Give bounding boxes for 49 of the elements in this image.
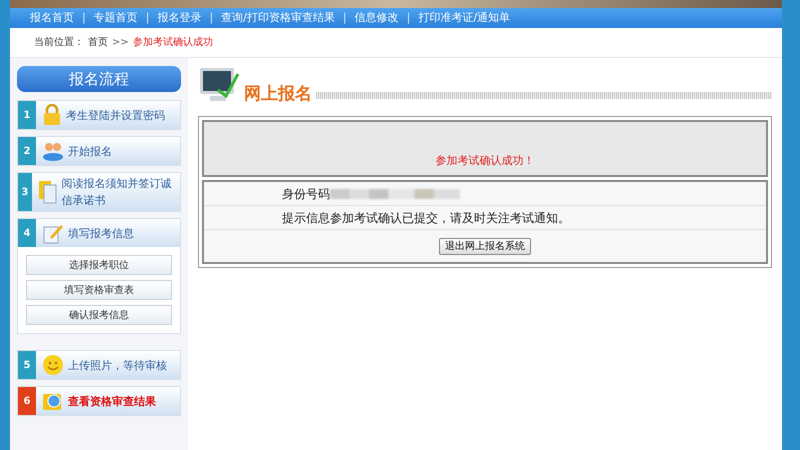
nav-link[interactable]: 打印准考证/通知单 bbox=[418, 10, 510, 26]
documents-icon bbox=[38, 180, 58, 204]
step-number: 2 bbox=[18, 137, 36, 165]
nav-link[interactable]: 查询/打印资格审查结果 bbox=[221, 10, 335, 26]
step-number: 5 bbox=[18, 351, 36, 379]
step-item[interactable]: 3 阅读报名须知并签订诚信承诺书 bbox=[18, 173, 180, 211]
nav-separator: | bbox=[406, 10, 410, 26]
nav-link[interactable]: 报名登录 bbox=[157, 10, 202, 26]
field-value: 参加考试确认已提交，请及时关注考试通知。 bbox=[330, 210, 570, 226]
nav-separator: | bbox=[342, 10, 347, 26]
step-number: 1 bbox=[18, 101, 36, 129]
step-number: 6 bbox=[18, 387, 36, 415]
step-label: 考生登陆并设置密码 bbox=[66, 108, 166, 124]
breadcrumb-current: 参加考试确认成功 bbox=[132, 36, 213, 50]
exit-button[interactable]: 退出网上报名系统 bbox=[439, 238, 531, 254]
padlock-icon bbox=[42, 104, 62, 126]
step-item[interactable]: 5 上传照片，等待审核 bbox=[18, 351, 180, 379]
substep-link[interactable]: 确认报考信息 bbox=[26, 305, 172, 325]
breadcrumb-separator: >> bbox=[112, 36, 129, 50]
breadcrumb-label: 当前位置： bbox=[34, 36, 84, 50]
step-label: 阅读报名须知并签订诚信承诺书 bbox=[62, 176, 173, 209]
smiley-icon bbox=[42, 354, 64, 376]
step-label: 开始报名 bbox=[68, 144, 113, 160]
step-number: 3 bbox=[18, 173, 32, 211]
success-message: 参加考试确认成功！ bbox=[436, 152, 534, 168]
nav-separator: | bbox=[82, 10, 86, 26]
step-label: 上传照片，等待审核 bbox=[68, 358, 168, 374]
substep-link[interactable]: 填写资格审查表 bbox=[26, 280, 172, 300]
substep-link[interactable]: 选择报考职位 bbox=[26, 255, 172, 275]
step-number: 4 bbox=[18, 219, 36, 247]
breadcrumb-link[interactable]: 首页 bbox=[88, 35, 108, 50]
step-label: 填写报考信息 bbox=[68, 226, 135, 242]
step-item[interactable]: 4 填写报考信息 bbox=[18, 219, 180, 247]
nav-link[interactable]: 信息修改 bbox=[354, 10, 399, 26]
nav-separator: | bbox=[209, 10, 214, 26]
nav-link[interactable]: 专题首页 bbox=[94, 10, 138, 26]
step-label: 查看资格审查结果 bbox=[68, 394, 157, 410]
people-icon bbox=[42, 141, 64, 161]
pencil-paper-icon bbox=[42, 222, 64, 244]
step-item[interactable]: 6 查看资格审查结果 bbox=[18, 387, 180, 415]
nav-separator: | bbox=[146, 10, 150, 26]
step-item[interactable]: 1 考生登陆并设置密码 bbox=[18, 101, 180, 129]
field-label: 身份号码 bbox=[282, 186, 330, 202]
step-item[interactable]: 2 开始报名 bbox=[18, 137, 180, 165]
sidebar-title: 报名流程 bbox=[17, 66, 181, 92]
field-label: 提示信息 bbox=[282, 210, 330, 226]
monitor-check-icon bbox=[198, 66, 240, 104]
nav-link[interactable]: 报名首页 bbox=[30, 10, 74, 26]
section-heading: 网上报名 bbox=[244, 84, 312, 104]
